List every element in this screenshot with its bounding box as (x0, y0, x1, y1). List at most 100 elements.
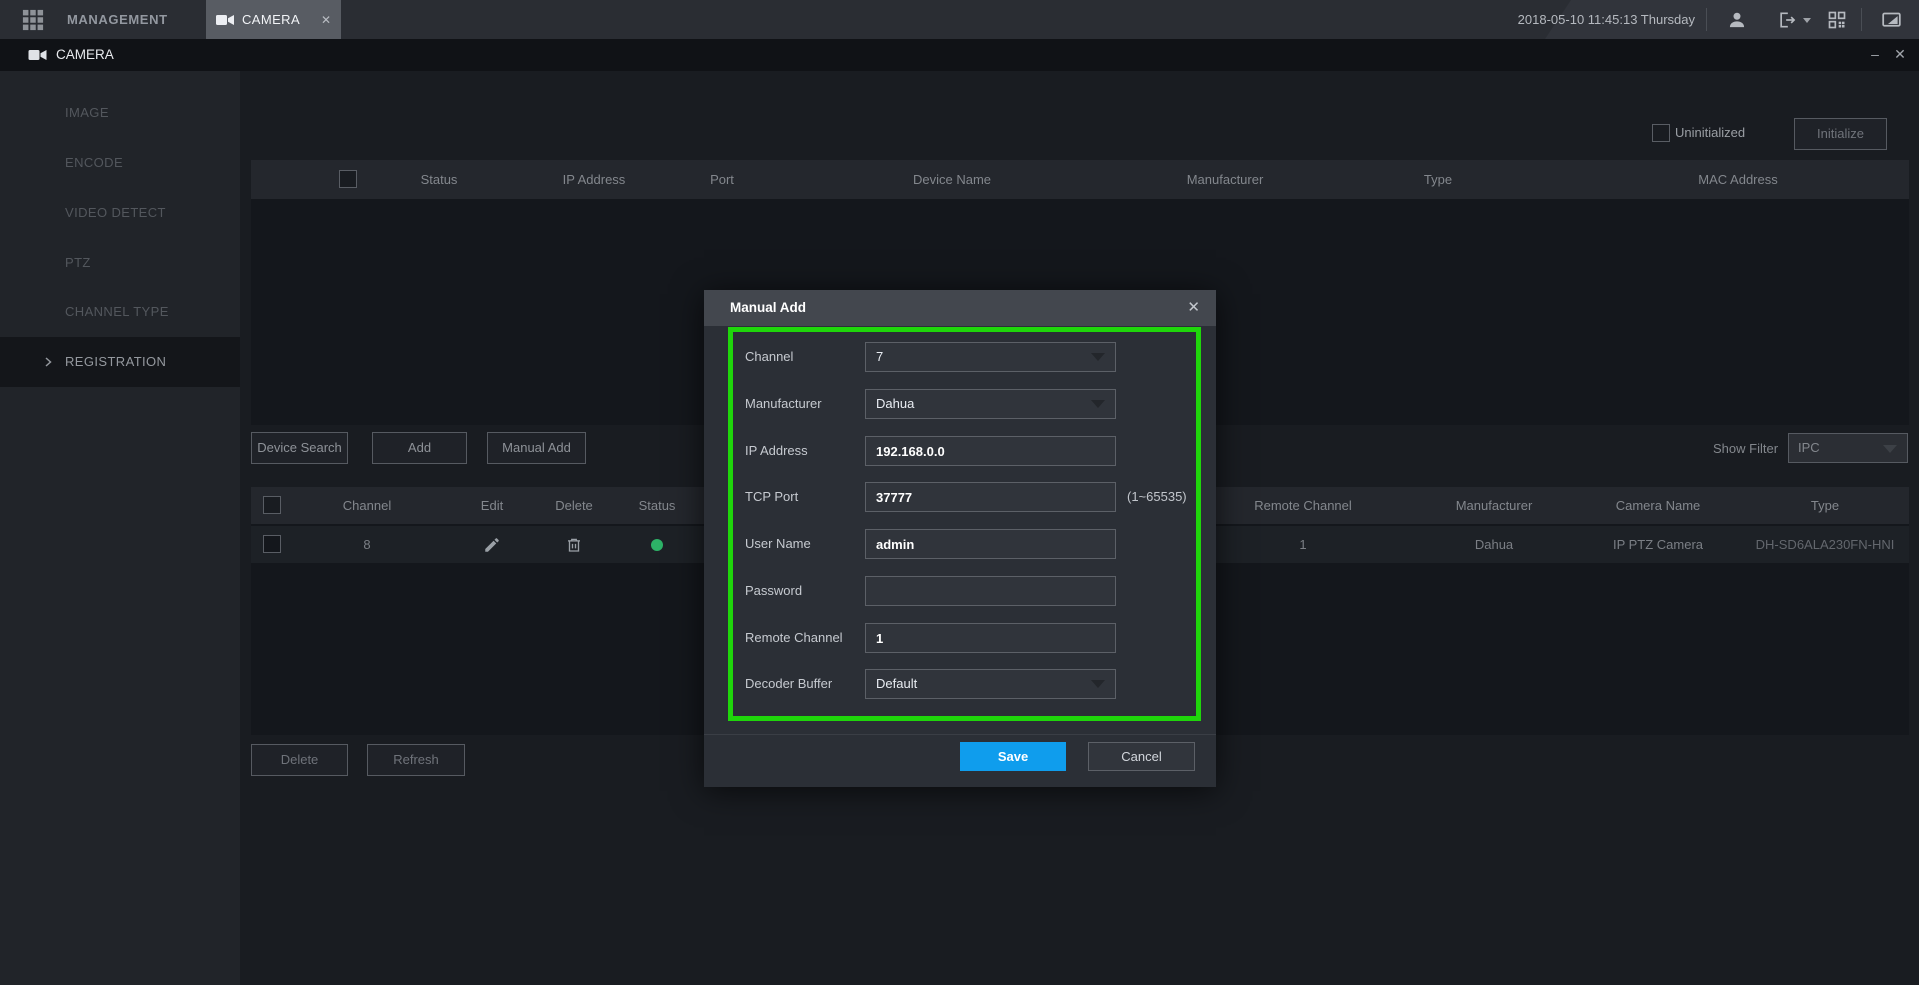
close-button[interactable]: ✕ (1889, 39, 1911, 71)
col-port: Port (710, 160, 734, 199)
uninitialized-checkbox[interactable] (1652, 124, 1670, 142)
sidebar-item-video-detect[interactable]: VIDEO DETECT (0, 188, 240, 238)
show-filter-value: IPC (1798, 440, 1820, 455)
dialog-close-icon[interactable]: ✕ (1187, 290, 1200, 326)
chevron-right-icon (42, 356, 54, 368)
channel-select[interactable]: 7 (865, 342, 1116, 372)
col-row-manufacturer: Manufacturer (1456, 487, 1533, 524)
management-menu[interactable]: MANAGEMENT (67, 0, 168, 39)
logout-dropdown-caret[interactable] (1803, 18, 1811, 23)
add-button[interactable]: Add (372, 432, 467, 464)
user-name-label: User Name (745, 529, 863, 559)
tcp-port-range-hint: (1~65535) (1127, 482, 1212, 512)
dialog-divider (704, 734, 1216, 735)
sidebar-item-ptz[interactable]: PTZ (0, 238, 240, 288)
col-device-name: Device Name (913, 160, 991, 199)
tab-camera[interactable]: CAMERA ✕ (206, 0, 341, 39)
chevron-down-icon (1883, 445, 1897, 453)
topbar-separator (1706, 8, 1707, 31)
manual-add-button[interactable]: Manual Add (487, 432, 586, 464)
display-output-icon[interactable] (1878, 7, 1904, 33)
show-filter-label: Show Filter (1713, 434, 1778, 464)
col-row-status: Status (639, 487, 676, 524)
dialog-titlebar[interactable]: Manual Add ✕ (704, 290, 1216, 326)
ip-address-field[interactable] (865, 436, 1116, 466)
row-camera-name: IP PTZ Camera (1613, 526, 1703, 563)
sidebar-item-encode[interactable]: ENCODE (0, 138, 240, 188)
password-field[interactable] (865, 576, 1116, 606)
refresh-button[interactable]: Refresh (367, 744, 465, 776)
remote-channel-label: Remote Channel (745, 623, 863, 653)
col-status: Status (421, 160, 458, 199)
logout-icon[interactable] (1774, 7, 1800, 33)
tab-camera-label: CAMERA (242, 12, 300, 27)
channel-value: 7 (876, 349, 883, 364)
delete-trash-icon[interactable] (565, 536, 583, 554)
tcp-port-field[interactable] (865, 482, 1116, 512)
row-checkbox[interactable] (263, 535, 281, 553)
topbar-separator-2 (1861, 8, 1862, 31)
edit-pencil-icon[interactable] (483, 536, 501, 554)
decoder-buffer-label: Decoder Buffer (745, 669, 863, 699)
col-camera-type: Type (1811, 487, 1839, 524)
password-label: Password (745, 576, 863, 606)
window-camera-icon (28, 48, 48, 62)
main-menu-grid-icon[interactable] (22, 9, 44, 31)
col-mac-address: MAC Address (1698, 160, 1777, 199)
chevron-down-icon (1091, 680, 1105, 688)
manufacturer-select[interactable]: Dahua (865, 389, 1116, 419)
decoder-buffer-select[interactable]: Default (865, 669, 1116, 699)
status-online-dot (651, 539, 663, 551)
manufacturer-value: Dahua (876, 396, 914, 411)
sidebar-item-image[interactable]: IMAGE (0, 88, 240, 138)
col-type: Type (1424, 160, 1452, 199)
manufacturer-label: Manufacturer (745, 389, 863, 419)
col-remote-channel: Remote Channel (1254, 487, 1352, 524)
window-title: CAMERA (56, 39, 114, 71)
tcp-port-label: TCP Port (745, 482, 863, 512)
decoder-buffer-value: Default (876, 676, 917, 691)
cancel-button[interactable]: Cancel (1088, 742, 1195, 771)
tab-close-icon[interactable]: ✕ (321, 13, 331, 27)
row-camera-type: DH-SD6ALA230FN-HNI (1756, 526, 1895, 563)
video-camera-icon (216, 13, 235, 27)
added-table-select-all-checkbox[interactable] (263, 496, 281, 514)
qr-code-icon[interactable] (1824, 7, 1850, 33)
uninitialized-label: Uninitialized (1675, 118, 1745, 148)
delete-button[interactable]: Delete (251, 744, 348, 776)
row-manufacturer: Dahua (1475, 526, 1513, 563)
ip-address-label: IP Address (745, 436, 863, 466)
device-search-button[interactable]: Device Search (251, 432, 348, 464)
manual-add-dialog: Manual Add ✕ Channel 7 Manufacturer Dahu… (704, 290, 1216, 787)
col-manufacturer: Manufacturer (1187, 160, 1264, 199)
app-window: MANAGEMENT CAMERA ✕ 2018-05-10 11:45:13 … (0, 0, 1919, 985)
col-camera-name: Camera Name (1616, 487, 1701, 524)
channel-label: Channel (745, 342, 863, 372)
row-channel: 8 (363, 526, 370, 563)
highlight-green-frame (728, 327, 1201, 721)
col-ip-address: IP Address (563, 160, 626, 199)
col-edit: Edit (481, 487, 503, 524)
save-button[interactable]: Save (960, 742, 1066, 771)
chevron-down-icon (1091, 400, 1105, 408)
remote-channel-field[interactable] (865, 623, 1116, 653)
user-name-field[interactable] (865, 529, 1116, 559)
initialize-button[interactable]: Initialize (1794, 118, 1887, 150)
sidebar-item-channel-type[interactable]: CHANNEL TYPE (0, 287, 240, 337)
sidebar-item-label: REGISTRATION (65, 354, 166, 369)
show-filter-dropdown[interactable]: IPC (1788, 433, 1908, 463)
window-titlebar: CAMERA – ✕ (0, 39, 1919, 71)
col-delete: Delete (555, 487, 593, 524)
device-table-select-all-checkbox[interactable] (339, 170, 357, 188)
datetime-display: 2018-05-10 11:45:13 Thursday (1518, 0, 1695, 39)
col-channel: Channel (343, 487, 391, 524)
sidebar: IMAGE ENCODE VIDEO DETECT PTZ CHANNEL TY… (0, 71, 240, 985)
minimize-button[interactable]: – (1864, 39, 1886, 71)
sidebar-item-registration[interactable]: REGISTRATION (0, 337, 240, 387)
row-remote-channel: 1 (1299, 526, 1306, 563)
system-topbar: MANAGEMENT CAMERA ✕ 2018-05-10 11:45:13 … (0, 0, 1919, 39)
device-table-header: Status IP Address Port Device Name Manuf… (251, 160, 1909, 199)
user-account-icon[interactable] (1724, 7, 1750, 33)
chevron-down-icon (1091, 353, 1105, 361)
dialog-title: Manual Add (730, 290, 806, 326)
